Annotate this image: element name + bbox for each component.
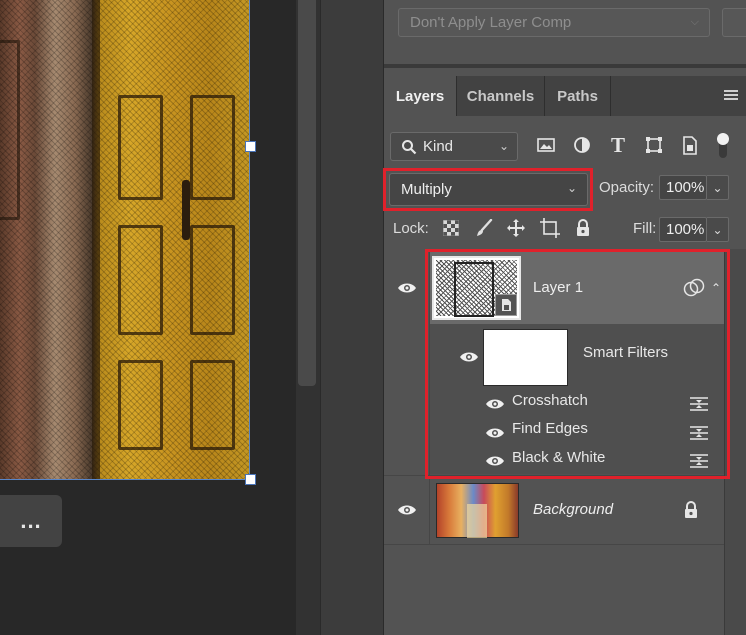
opacity-label: Opacity:: [599, 179, 655, 196]
eye-icon[interactable]: [485, 427, 505, 439]
panel-dock-divider: [320, 0, 384, 635]
filter-item-find-edges[interactable]: Find Edges: [512, 420, 588, 437]
smart-object-badge-icon: [495, 294, 517, 316]
collapse-chevron-icon[interactable]: ⌃: [709, 281, 723, 295]
chevron-down-icon: ⌄: [498, 139, 509, 153]
chevron-down-icon: ⌄: [712, 180, 723, 195]
lock-image-pixels-icon[interactable]: [474, 218, 494, 238]
lock-artboard-icon[interactable]: [539, 218, 561, 238]
panel-menu-icon[interactable]: [724, 90, 738, 102]
tab-layers[interactable]: Layers: [384, 76, 456, 116]
shape-filter-icon[interactable]: [644, 136, 664, 154]
chevron-down-icon: ⌄: [566, 181, 577, 195]
tab-paths[interactable]: Paths: [545, 76, 610, 116]
layer1-name[interactable]: Layer 1: [533, 279, 583, 296]
background-layer-name[interactable]: Background: [533, 501, 613, 518]
tab-divider: [610, 76, 611, 116]
more-options-button[interactable]: ...: [0, 495, 62, 547]
smart-filter-indicator-icon: [682, 278, 706, 298]
adjustment-filter-icon[interactable]: [572, 136, 592, 154]
opacity-slider-button[interactable]: ⌄: [707, 175, 729, 200]
filter-item-crosshatch[interactable]: Crosshatch: [512, 392, 588, 409]
eye-icon[interactable]: [397, 282, 417, 294]
lock-all-icon[interactable]: [574, 218, 592, 238]
chevron-down-icon: ⌵: [690, 16, 699, 28]
filter-item-black-and-white[interactable]: Black & White: [512, 449, 605, 466]
lock-position-icon[interactable]: [506, 218, 526, 238]
tab-layers-label: Layers: [395, 87, 445, 105]
more-options-label: ...: [20, 508, 42, 533]
filter-toggle-switch[interactable]: [715, 130, 731, 160]
blend-mode-value: Multiply: [401, 181, 452, 198]
background-thumbnail[interactable]: [436, 483, 519, 538]
chevron-down-icon: ⌄: [712, 222, 723, 237]
layer-comp-select[interactable]: Don't Apply Layer Comp ⌵: [398, 8, 710, 37]
tab-channels-label: Channels: [466, 87, 535, 105]
smart-object-filter-icon[interactable]: [680, 135, 700, 155]
fill-value: 100%: [666, 221, 705, 238]
fill-input[interactable]: 100%: [659, 217, 707, 242]
transform-handle-bottom-right[interactable]: [245, 474, 256, 485]
lock-label: Lock:: [393, 220, 429, 237]
eye-icon[interactable]: [459, 351, 479, 363]
opacity-input[interactable]: 100%: [659, 175, 707, 200]
layer-filter-kind-select[interactable]: Kind ⌄: [390, 132, 518, 161]
visibility-column-divider: [429, 249, 430, 545]
eye-icon[interactable]: [397, 504, 417, 516]
layer1-thumbnail[interactable]: [432, 256, 521, 320]
layers-scroll-strip: [724, 249, 746, 635]
photoshop-window: ... Don't Apply Layer Comp ⌵ Layers Chan…: [0, 0, 746, 635]
transform-bounds: [0, 0, 250, 480]
eye-icon[interactable]: [485, 455, 505, 467]
lock-icon: [683, 500, 699, 520]
layer-comp-value: Don't Apply Layer Comp: [410, 14, 572, 31]
image-filter-icon[interactable]: [536, 136, 556, 154]
opacity-value: 100%: [666, 179, 705, 196]
layer-comp-next-button[interactable]: [722, 8, 746, 37]
smart-filters-label[interactable]: Smart Filters: [583, 344, 668, 361]
type-filter-icon[interactable]: T: [608, 133, 628, 157]
tab-paths-label: Paths: [557, 87, 598, 105]
filter-kind-label: Kind: [423, 138, 454, 155]
fill-label: Fill:: [633, 220, 657, 237]
scrollbar-thumb[interactable]: [298, 0, 316, 386]
canvas-area: ...: [0, 0, 296, 635]
filter-blending-options-icon[interactable]: [689, 396, 709, 412]
filter-blending-options-icon[interactable]: [689, 453, 709, 469]
smart-filters-mask-thumbnail[interactable]: [483, 329, 568, 386]
filter-blending-options-icon[interactable]: [689, 425, 709, 441]
eye-icon[interactable]: [485, 398, 505, 410]
fill-slider-button[interactable]: ⌄: [707, 217, 729, 242]
tab-channels[interactable]: Channels: [457, 76, 544, 116]
transform-handle-right[interactable]: [245, 141, 256, 152]
blend-mode-select[interactable]: Multiply ⌄: [389, 173, 588, 206]
lock-transparent-pixels-icon[interactable]: [442, 219, 460, 237]
search-icon: [402, 140, 417, 155]
